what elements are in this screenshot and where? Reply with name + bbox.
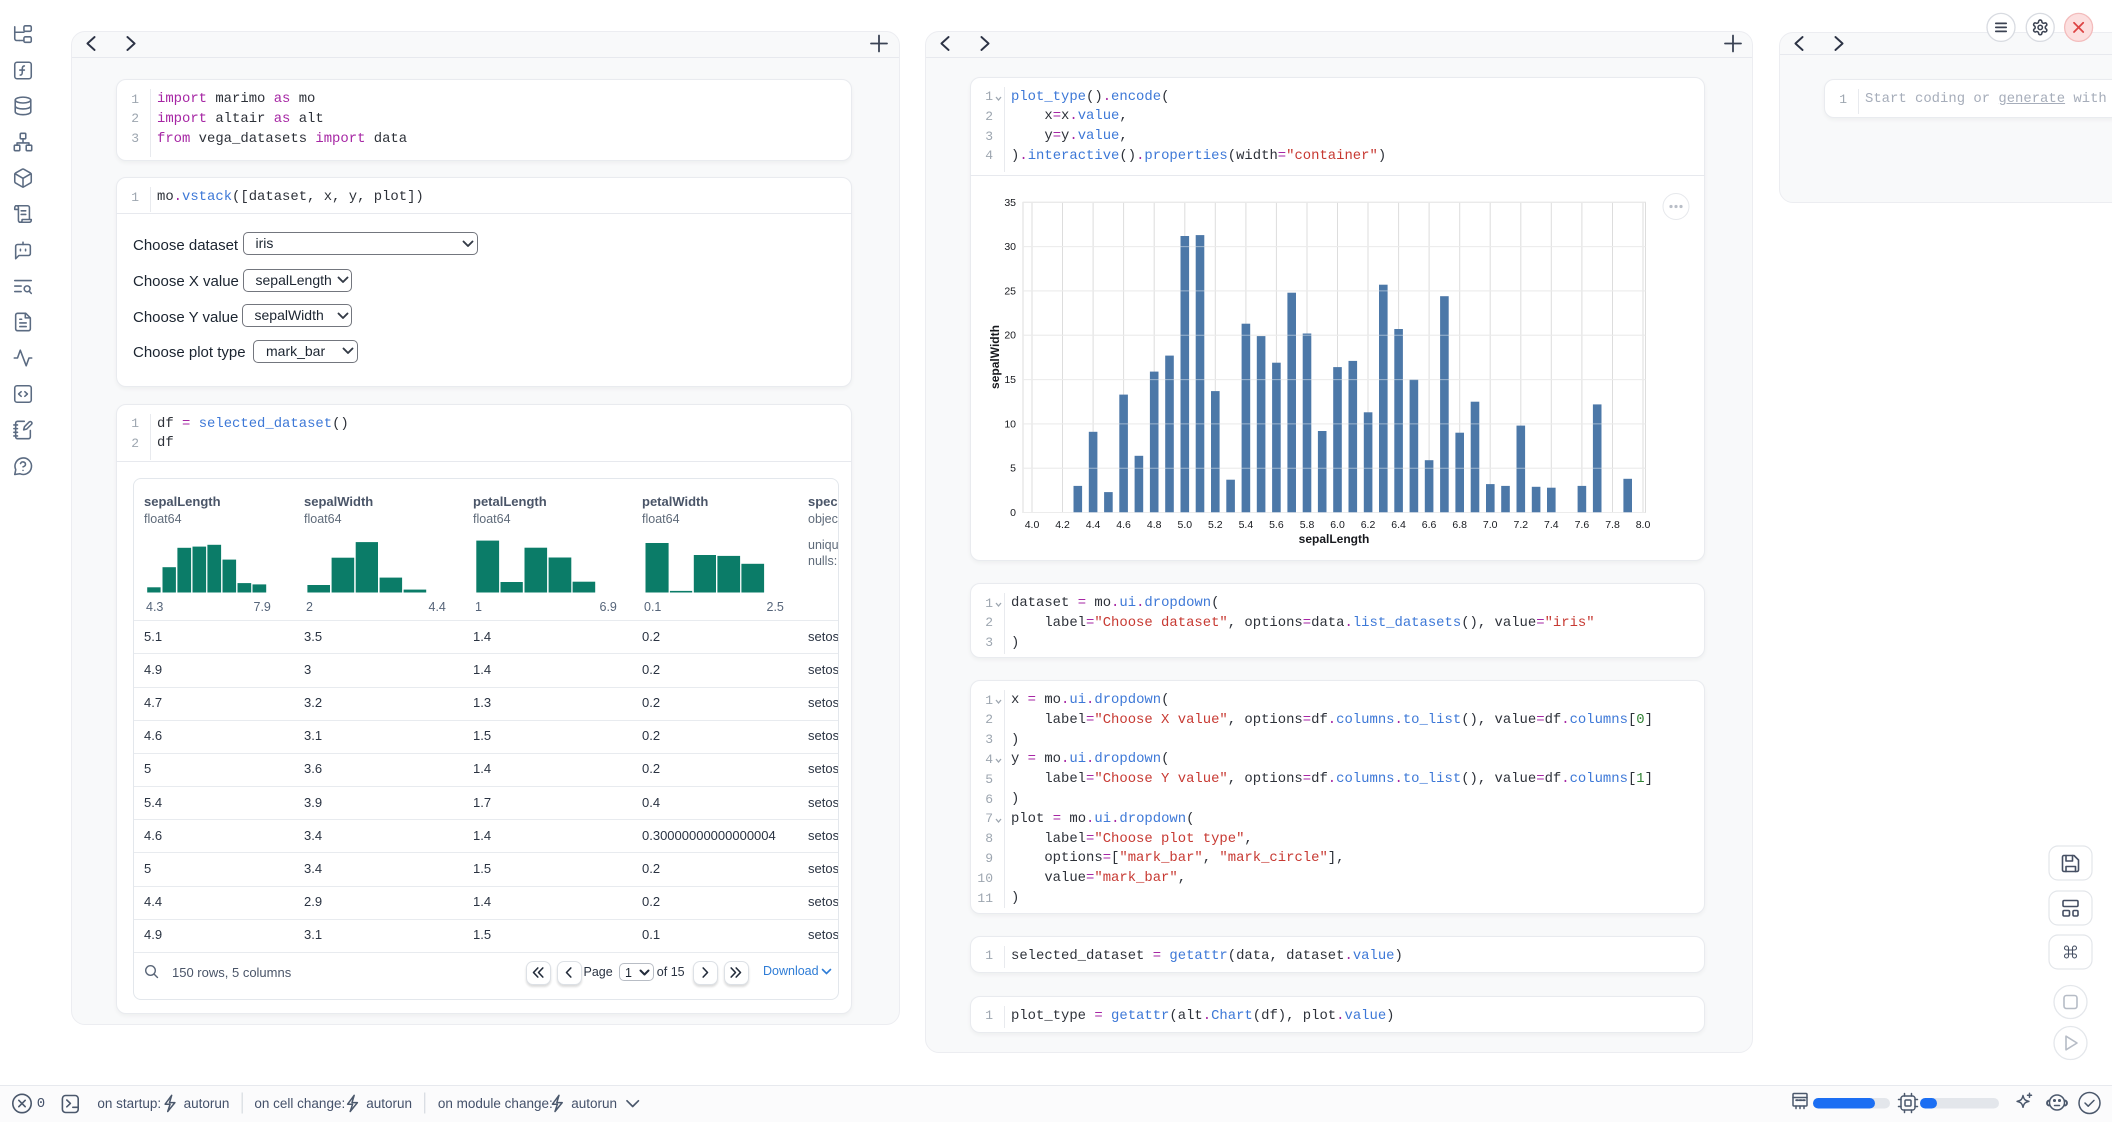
svg-text:8.0: 8.0 — [1636, 519, 1651, 531]
svg-text:6.8: 6.8 — [1452, 519, 1467, 531]
svg-text:20: 20 — [1004, 330, 1016, 342]
svg-text:sepalWidth: sepalWidth — [988, 325, 1002, 389]
svg-text:10: 10 — [1004, 418, 1016, 430]
svg-text:6.2: 6.2 — [1361, 519, 1376, 531]
svg-text:5.0: 5.0 — [1177, 519, 1192, 531]
svg-text:7.2: 7.2 — [1513, 519, 1528, 531]
svg-text:7.0: 7.0 — [1483, 519, 1498, 531]
svg-text:sepalLength: sepalLength — [1299, 532, 1370, 546]
svg-text:5.8: 5.8 — [1300, 519, 1315, 531]
svg-text:5.2: 5.2 — [1208, 519, 1223, 531]
svg-text:6.6: 6.6 — [1422, 519, 1437, 531]
svg-text:7.6: 7.6 — [1575, 519, 1590, 531]
svg-text:4.0: 4.0 — [1025, 519, 1040, 531]
svg-text:4.2: 4.2 — [1055, 519, 1070, 531]
svg-text:4.8: 4.8 — [1147, 519, 1162, 531]
svg-text:5.6: 5.6 — [1269, 519, 1284, 531]
svg-text:6.4: 6.4 — [1391, 519, 1406, 531]
svg-text:7.4: 7.4 — [1544, 519, 1559, 531]
svg-text:6.0: 6.0 — [1330, 519, 1345, 531]
svg-text:0: 0 — [1010, 507, 1016, 519]
svg-text:25: 25 — [1004, 285, 1016, 297]
svg-text:5.4: 5.4 — [1239, 519, 1254, 531]
svg-text:35: 35 — [1004, 197, 1016, 209]
svg-text:7.8: 7.8 — [1605, 519, 1620, 531]
svg-text:30: 30 — [1004, 241, 1016, 253]
svg-text:4.6: 4.6 — [1116, 519, 1131, 531]
svg-text:15: 15 — [1004, 374, 1016, 386]
svg-text:5: 5 — [1010, 463, 1016, 475]
svg-text:4.4: 4.4 — [1086, 519, 1101, 531]
